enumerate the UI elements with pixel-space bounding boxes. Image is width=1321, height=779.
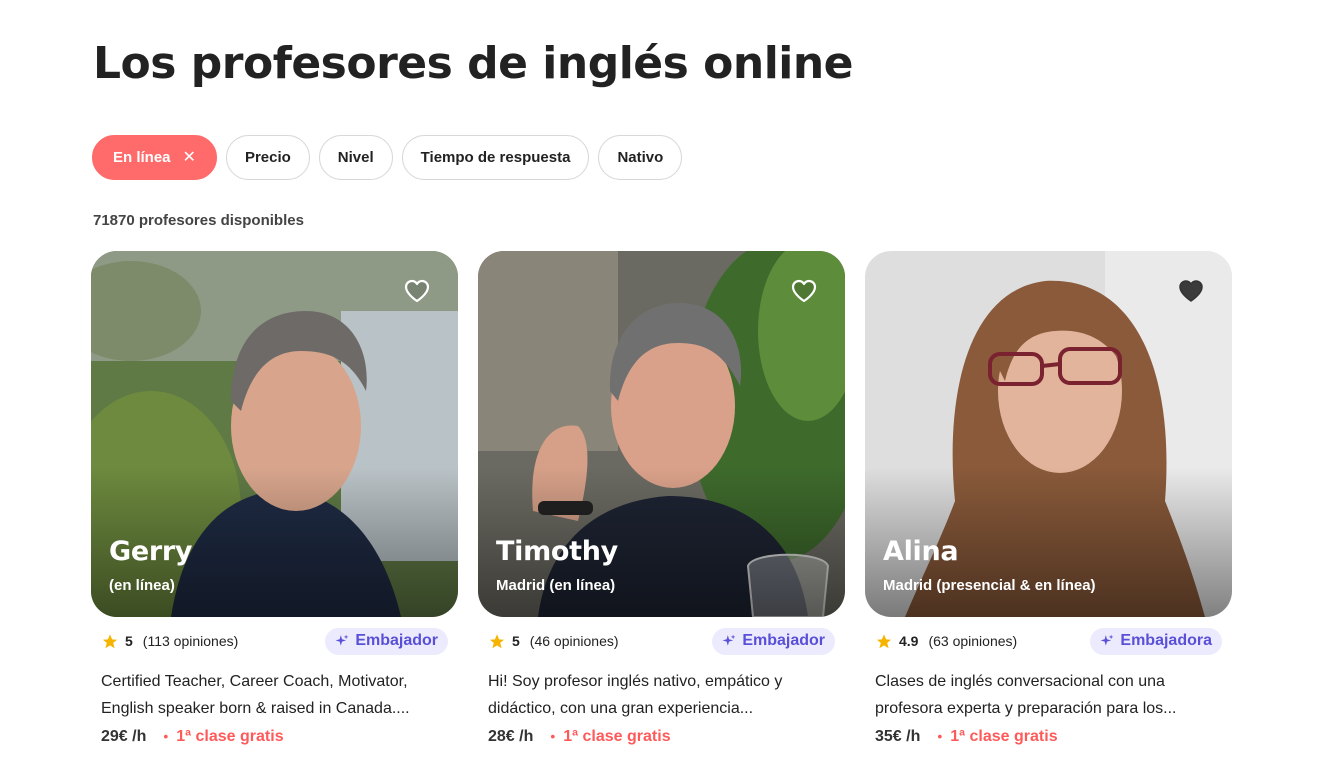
- filter-chip-tiempo-de-respuesta[interactable]: Tiempo de respuesta: [401, 135, 590, 180]
- filter-chip-nativo[interactable]: Nativo: [598, 135, 683, 180]
- teacher-description: Hi! Soy profesor inglés nativo, empático…: [488, 673, 783, 717]
- teacher-meta: 4.9 (63 opiniones) Embajadora: [865, 627, 1232, 655]
- star-icon: [876, 633, 892, 648]
- hourly-price: 28€ /h: [488, 728, 534, 745]
- free-class-offer: 1ª clase gratis: [950, 728, 1058, 745]
- badge-label: Embajadora: [1120, 632, 1212, 649]
- sparkle-icon: [335, 634, 349, 646]
- teacher-card[interactable]: Timothy Madrid (en línea) 5 (46 opinione…: [478, 251, 845, 746]
- teacher-location: (en línea): [109, 577, 175, 594]
- ambassador-badge: Embajador: [325, 627, 448, 655]
- separator-dot: •: [550, 728, 556, 744]
- hourly-price: 29€ /h: [101, 728, 147, 745]
- heart-icon[interactable]: [791, 279, 817, 303]
- rating-value: 4.9: [899, 633, 919, 649]
- filter-chip-label: Tiempo de respuesta: [420, 149, 571, 166]
- filter-chip-en-linea[interactable]: En línea ✕: [92, 135, 217, 180]
- heart-icon[interactable]: [404, 279, 430, 303]
- price-row: 28€ /h • 1ª clase gratis: [478, 728, 845, 746]
- filter-chip-label: Nativo: [617, 149, 664, 166]
- star-icon: [489, 633, 505, 648]
- filter-chip-label: En línea: [113, 149, 171, 166]
- rating-value: 5: [125, 633, 133, 649]
- teacher-card-list: Gerry (en línea) 5 (113 opiniones) Embaj…: [91, 251, 1232, 746]
- teacher-description: Certified Teacher, Career Coach, Motivat…: [101, 673, 410, 717]
- hourly-price: 35€ /h: [875, 728, 921, 745]
- teacher-description: Clases de inglés conversacional con una …: [875, 673, 1177, 717]
- filter-chip-nivel[interactable]: Nivel: [318, 135, 393, 180]
- filter-chip-label: Nivel: [337, 149, 374, 166]
- close-icon[interactable]: ✕: [183, 149, 196, 166]
- filter-bar: En línea ✕ Precio Nivel Tiempo de respue…: [92, 135, 683, 180]
- results-count: 71870 profesores disponibles: [93, 212, 304, 229]
- ambassador-badge: Embajadora: [1090, 627, 1222, 655]
- free-class-offer: 1ª clase gratis: [176, 728, 284, 745]
- star-icon: [102, 633, 118, 648]
- teacher-name: Timothy: [496, 536, 618, 567]
- badge-label: Embajador: [742, 632, 825, 649]
- teacher-location: Madrid (presencial & en línea): [883, 577, 1096, 594]
- teacher-meta: 5 (46 opiniones) Embajador: [478, 627, 845, 655]
- teacher-name: Alina: [883, 536, 959, 567]
- sparkle-icon: [1100, 634, 1114, 646]
- separator-dot: •: [163, 728, 169, 744]
- badge-label: Embajador: [355, 632, 438, 649]
- ambassador-badge: Embajador: [712, 627, 835, 655]
- separator-dot: •: [937, 728, 943, 744]
- sparkle-icon: [722, 634, 736, 646]
- page-title: Los profesores de inglés online: [93, 38, 854, 89]
- teacher-card[interactable]: Gerry (en línea) 5 (113 opiniones) Embaj…: [91, 251, 458, 746]
- review-count: (46 opiniones): [529, 633, 619, 649]
- teacher-meta: 5 (113 opiniones) Embajador: [91, 627, 458, 655]
- teacher-card[interactable]: Alina Madrid (presencial & en línea) 4.9…: [865, 251, 1232, 746]
- heart-icon[interactable]: [1178, 279, 1204, 303]
- free-class-offer: 1ª clase gratis: [563, 728, 671, 745]
- teacher-photo[interactable]: Gerry (en línea): [91, 251, 458, 617]
- teacher-location: Madrid (en línea): [496, 577, 616, 594]
- teacher-photo[interactable]: Timothy Madrid (en línea): [478, 251, 845, 617]
- price-row: 35€ /h • 1ª clase gratis: [865, 728, 1232, 746]
- teacher-photo[interactable]: Alina Madrid (presencial & en línea): [865, 251, 1232, 617]
- filter-chip-precio[interactable]: Precio: [225, 135, 310, 180]
- filter-chip-label: Precio: [244, 149, 291, 166]
- review-count: (63 opiniones): [928, 633, 1018, 649]
- price-row: 29€ /h • 1ª clase gratis: [91, 728, 458, 746]
- rating-value: 5: [512, 633, 520, 649]
- teacher-name: Gerry: [109, 536, 193, 567]
- review-count: (113 opiniones): [142, 633, 239, 649]
